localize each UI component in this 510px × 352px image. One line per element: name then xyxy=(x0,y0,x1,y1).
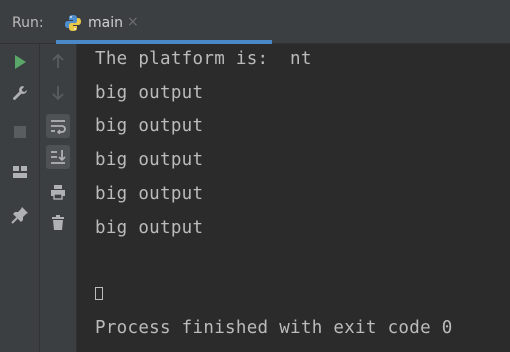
run-toolbar-left xyxy=(0,44,40,352)
scroll-to-end-icon xyxy=(51,150,66,164)
console-line: The platform is: nt xyxy=(95,49,312,69)
restore-layout-button[interactable] xyxy=(8,160,32,184)
previous-occurrence-button[interactable] xyxy=(46,49,70,73)
arrow-down-icon xyxy=(52,86,64,101)
print-icon xyxy=(51,185,65,200)
missing-glyph-box xyxy=(95,287,103,300)
exit-message: Process finished with exit code 0 xyxy=(95,318,453,338)
console-line: big output xyxy=(95,218,204,238)
stop-button[interactable] xyxy=(8,120,32,144)
arrow-up-icon xyxy=(52,53,64,68)
rerun-button[interactable] xyxy=(8,50,32,74)
wrench-icon xyxy=(13,86,27,100)
console-line: big output xyxy=(95,150,204,170)
pin-icon xyxy=(11,207,28,224)
console-line: big output xyxy=(95,83,204,103)
scroll-to-end-button[interactable] xyxy=(46,145,70,169)
run-tool-window-header: Run: main × xyxy=(0,0,510,44)
run-toolbar-console xyxy=(40,44,77,352)
close-icon[interactable]: × xyxy=(127,14,139,30)
next-occurrence-button[interactable] xyxy=(46,81,70,105)
edit-configuration-button[interactable] xyxy=(8,81,32,105)
print-button[interactable] xyxy=(46,180,70,204)
soft-wrap-icon xyxy=(51,120,66,134)
trash-icon xyxy=(52,215,64,230)
console-line: big output xyxy=(95,116,204,136)
play-icon xyxy=(15,55,26,69)
run-label: Run: xyxy=(12,15,44,31)
soft-wrap-button[interactable] xyxy=(46,114,70,138)
console-output[interactable]: The platform is: nt big output big outpu… xyxy=(78,44,510,352)
stop-icon xyxy=(14,126,26,138)
pin-tab-button[interactable] xyxy=(8,203,32,227)
tab-label: main xyxy=(88,15,123,31)
layout-icon xyxy=(13,166,27,178)
tab-main[interactable]: main × xyxy=(54,6,272,44)
clear-all-button[interactable] xyxy=(46,211,70,235)
python-icon xyxy=(65,15,81,31)
console-line: big output xyxy=(95,184,204,204)
